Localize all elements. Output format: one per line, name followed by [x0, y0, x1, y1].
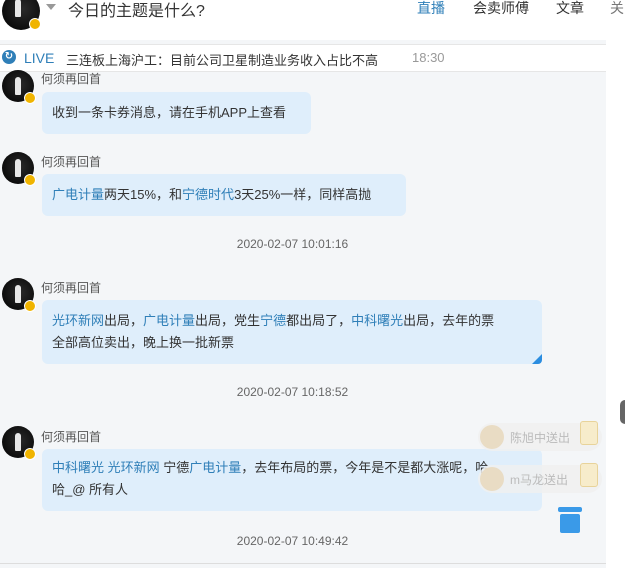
trash-lid	[558, 507, 582, 512]
stock-link[interactable]: 广电计量	[143, 313, 195, 328]
avatar[interactable]	[2, 70, 36, 104]
live-headline[interactable]: 三连板上海沪工：目前公司卫星制造业务收入占比不高	[66, 50, 378, 69]
gift-avatar	[480, 425, 504, 449]
trash-body	[560, 514, 580, 533]
message-bubble: 收到一条卡券消息，请在手机APP上查看	[42, 92, 311, 134]
avatar[interactable]	[2, 152, 36, 186]
user-avatar[interactable]	[2, 0, 41, 30]
live-icon: ↻	[2, 50, 16, 64]
sender-name: 何须再回首	[41, 72, 102, 86]
live-time: 18:30	[412, 50, 445, 65]
scrollbar-handle[interactable]	[620, 400, 625, 424]
stock-link[interactable]: 广电计量	[189, 460, 241, 475]
message-bubble: 广电计量两天15%，和宁德时代3天25%一样，同样高抛	[42, 174, 406, 216]
message-text: 出局，党生	[195, 313, 261, 328]
tab-live[interactable]: 直播	[417, 0, 445, 18]
avatar-figure	[15, 285, 21, 303]
message-text: 出局，	[104, 313, 144, 328]
message-text: 哈_@ 所有人	[52, 482, 129, 497]
top-bar: 今日的主题是什么? 直播 会卖师傅 文章 关	[0, 0, 625, 40]
gift-notification: m马龙送出	[478, 463, 602, 493]
divider	[0, 563, 606, 564]
gift-text: 陈旭中送出	[510, 431, 571, 445]
sender-name: 何须再回首	[41, 155, 102, 169]
live-label: LIVE	[24, 50, 55, 66]
corner-marker-icon	[532, 354, 542, 364]
vip-badge-icon	[24, 174, 36, 186]
gift-text: m马龙送出	[510, 473, 568, 487]
message-text: 收到一条卡券消息，请在手机APP上查看	[52, 105, 287, 120]
live-ticker[interactable]: ↻ LIVE 三连板上海沪工：目前公司卫星制造业务收入占比不高 18:30	[0, 44, 606, 72]
tab-teacher[interactable]: 会卖师傅	[473, 0, 529, 18]
stock-link[interactable]: 中科曙光	[351, 313, 403, 328]
message-bubble: 中科曙光 光环新网 宁德广电计量，去年布局的票，今年是不是都大涨呢，哈 哈_@ …	[42, 449, 542, 511]
avatar[interactable]	[2, 278, 36, 312]
message-text: 宁德	[159, 460, 190, 475]
tab-article[interactable]: 文章	[556, 0, 584, 18]
message-text: 两天15%，和	[104, 187, 183, 202]
gift-box-icon	[580, 421, 598, 445]
vip-badge-icon	[24, 300, 36, 312]
right-panel-edge	[606, 40, 625, 568]
stock-link[interactable]: 光环新网	[52, 313, 104, 328]
message-timestamp: 2020-02-07 10:49:42	[236, 534, 349, 548]
gift-box-icon	[580, 463, 598, 487]
topic-title: 今日的主题是什么?	[68, 3, 205, 20]
avatar-figure	[15, 433, 21, 451]
avatar-figure	[15, 159, 21, 177]
avatar[interactable]	[2, 426, 36, 460]
chevron-down-icon[interactable]	[46, 4, 56, 10]
stock-link[interactable]: 广电计量	[52, 187, 104, 202]
message-text: ，去年布局的票，今年是不是都大涨呢，哈	[241, 460, 489, 475]
avatar-figure	[15, 0, 21, 17]
tab-extra[interactable]: 关	[610, 0, 624, 18]
vip-badge-icon	[29, 18, 41, 30]
sender-name: 何须再回首	[41, 430, 102, 444]
stock-link[interactable]: 宁德	[260, 313, 286, 328]
gift-avatar	[480, 467, 504, 491]
stock-link[interactable]: 中科曙光	[52, 460, 104, 475]
vip-badge-icon	[24, 448, 36, 460]
message-timestamp: 2020-02-07 10:01:16	[236, 237, 349, 251]
trash-icon[interactable]	[556, 507, 584, 533]
message-text: 都出局了，	[286, 313, 352, 328]
message-text: 3天25%一样，同样高抛	[234, 187, 372, 202]
vip-badge-icon	[24, 92, 36, 104]
sender-name: 何须再回首	[41, 281, 102, 295]
message-bubble: 光环新网出局，广电计量出局，党生宁德都出局了，中科曙光出局，去年的票 全部高位卖…	[42, 300, 542, 364]
message-text: 出局，去年的票	[403, 313, 495, 328]
avatar-figure	[15, 77, 21, 95]
stock-link[interactable]: 光环新网	[108, 460, 160, 475]
gift-notification: 陈旭中送出	[478, 421, 602, 451]
message-text: 全部高位卖出，晚上换一批新票	[52, 335, 235, 350]
message-timestamp: 2020-02-07 10:18:52	[236, 385, 349, 399]
stock-link[interactable]: 宁德时代	[182, 187, 234, 202]
